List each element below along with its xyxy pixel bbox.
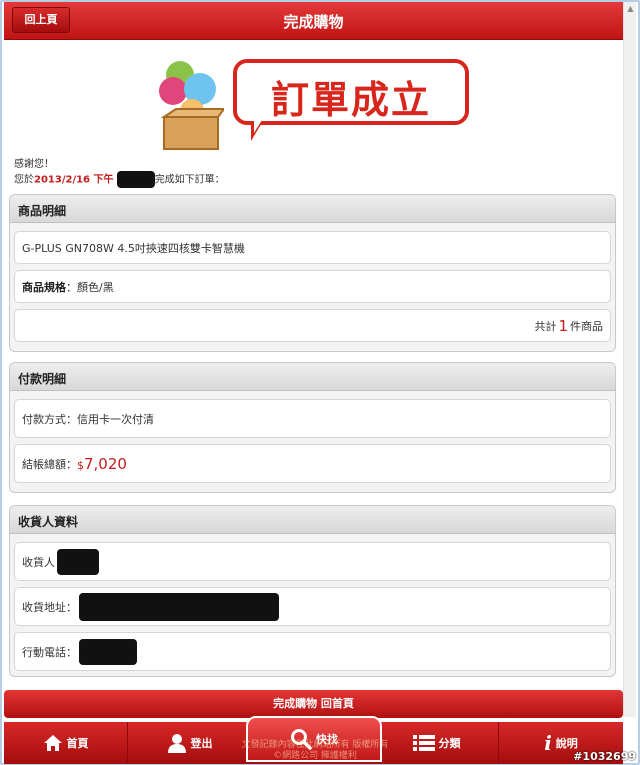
order-time-suffix: 完成如下訂單： [154, 174, 225, 186]
thanks-line: 感謝您！ [14, 159, 54, 170]
payment-method: 付款方式：信用卡一次付清 [22, 412, 154, 426]
payment-amount: 7,020 [84, 454, 127, 473]
receiver-name-label: 收貨人 [22, 555, 55, 569]
home-icon [43, 735, 62, 751]
payment-section-title: 付款明細 [10, 363, 615, 391]
speech-bubble: 訂單成立 [233, 59, 469, 141]
nav-category[interactable]: 分類 [375, 722, 499, 764]
order-time-line: 您於2013/2/16 下午 完成如下訂單： [14, 171, 225, 188]
nav-logout[interactable]: 登出 [128, 722, 252, 764]
currency-symbol: $ [77, 458, 84, 472]
payment-section: 付款明細 付款方式：信用卡一次付清 結帳總額： $7,020 [9, 362, 616, 493]
banner-text: 訂單成立 [270, 78, 431, 122]
payment-method-row: 付款方式：信用卡一次付清 [14, 399, 611, 438]
header-bar: 回上頁 完成購物 [4, 2, 623, 40]
total-count: 1 [558, 316, 568, 335]
receiver-name-row: 收貨人 [14, 542, 611, 581]
product-section: 商品明細 G-PLUS GN708W 4.5吋挾速四核雙卡智慧機 商品規格 ：顏色… [9, 194, 616, 352]
product-name-row: G-PLUS GN708W 4.5吋挾速四核雙卡智慧機 [14, 231, 611, 264]
spec-label: 商品規格 [22, 280, 66, 294]
mascot-illustration [159, 61, 224, 150]
nav-category-label: 分類 [438, 737, 461, 750]
payment-total-label: 結帳總額： [22, 457, 77, 471]
nav-home[interactable]: 首頁 [4, 722, 128, 764]
redacted-time [116, 171, 155, 188]
receiver-address-row: 收貨地址： [14, 587, 611, 626]
scroll-up-icon[interactable]: ▲ [626, 4, 635, 13]
product-section-title: 商品明細 [10, 195, 615, 223]
nav-home-label: 首頁 [66, 737, 89, 750]
redacted-phone [79, 638, 137, 665]
spec-value: ：顏色/黑 [66, 280, 114, 294]
order-success-banner: 訂單成立 [158, 55, 478, 155]
nav-help-label: 說明 [555, 737, 578, 750]
redacted-address [79, 592, 279, 621]
user-icon [167, 734, 186, 753]
finish-home-button[interactable]: 完成購物 回首頁 [4, 690, 623, 718]
info-icon: i [544, 731, 552, 755]
order-date: 2013/2/16 下午 [34, 174, 114, 186]
nav-logout-label: 登出 [190, 737, 213, 750]
list-icon [412, 735, 435, 751]
receiver-section: 收貨人資料 收貨人 收貨地址： 行動電話： [9, 505, 616, 677]
receiver-address-label: 收貨地址： [22, 600, 77, 614]
page-title: 完成購物 [283, 13, 344, 31]
product-name: G-PLUS GN708W 4.5吋挾速四核雙卡智慧機 [22, 241, 245, 255]
footer-copyright: 文發記錄內容僅此網站所有 版權所有 ©網路公司 擁護權利 [241, 740, 389, 761]
product-total-row: 共計 1 件商品 [14, 309, 611, 342]
receiver-section-title: 收貨人資料 [10, 506, 615, 534]
order-time-prefix: 您於 [14, 174, 34, 186]
thanks-message: 感謝您！ 您於2013/2/16 下午 完成如下訂單： [14, 158, 225, 188]
receiver-phone-label: 行動電話： [22, 645, 77, 659]
product-spec-row: 商品規格 ：顏色/黑 [14, 270, 611, 303]
scrollbar[interactable]: ▲ [623, 2, 636, 717]
watermark: #1032699 [573, 750, 636, 763]
payment-total: $7,020 [77, 455, 127, 473]
total-suffix: 件商品 [570, 319, 603, 333]
total-prefix: 共計 [534, 319, 557, 333]
receiver-phone-row: 行動電話： [14, 632, 611, 671]
redacted-receiver-name [57, 548, 99, 575]
payment-total-row: 結帳總額： $7,020 [14, 444, 611, 483]
